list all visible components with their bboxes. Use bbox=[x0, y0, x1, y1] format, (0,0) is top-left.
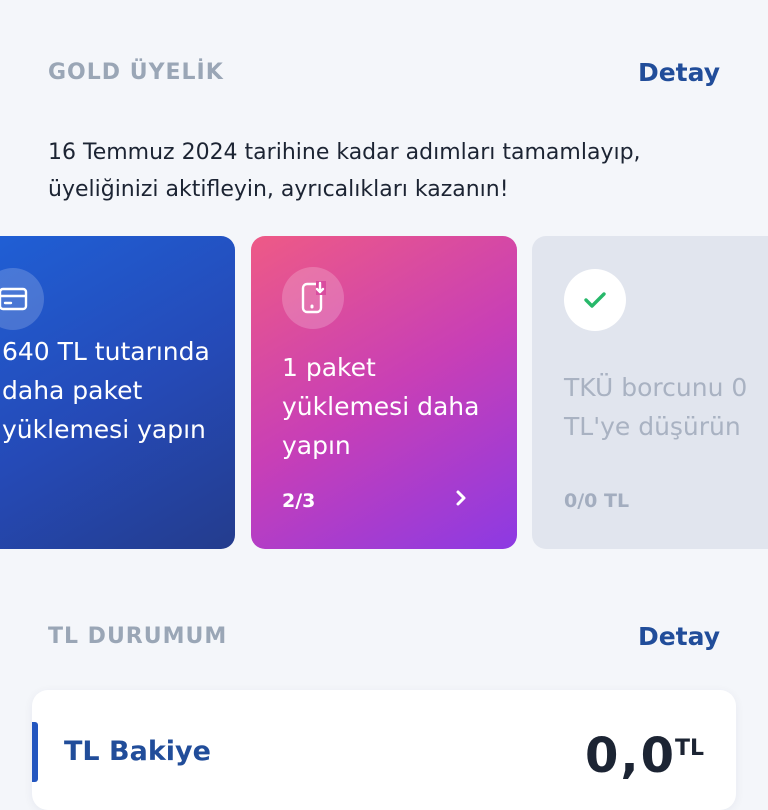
task-card-tku-debt[interactable]: TKÜ borcunu 0 TL'ye düşürün 0/0 TL bbox=[532, 236, 768, 549]
task-card-text: TKÜ borcunu 0 TL'ye düşürün bbox=[564, 373, 748, 441]
tl-balance-amount: 0,0 bbox=[584, 728, 676, 784]
tl-status-title: TL DURUMUM bbox=[48, 624, 228, 649]
task-cards-carousel[interactable]: 640 TL tutarında daha paket yüklemesi ya… bbox=[0, 236, 768, 549]
tl-detail-link[interactable]: Detay bbox=[638, 622, 720, 651]
gold-detail-link[interactable]: Detay bbox=[638, 58, 720, 87]
task-card-text: 640 TL tutarında daha paket yüklemesi ya… bbox=[2, 337, 210, 444]
accent-bar bbox=[32, 722, 38, 782]
task-card-progress: 0/0 TL bbox=[564, 490, 630, 512]
check-icon bbox=[564, 269, 626, 331]
task-card-progress: 2/3 bbox=[282, 490, 316, 512]
tl-balance-unit: TL bbox=[674, 736, 704, 761]
gold-membership-header: GOLD ÜYELİK Detay bbox=[48, 58, 720, 87]
tl-balance-card[interactable]: TL Bakiye 0,0 TL bbox=[32, 690, 736, 810]
gold-membership-description: 16 Temmuz 2024 tarihine kadar adımları t… bbox=[48, 140, 641, 202]
task-card-text: 1 paket yüklemesi daha yapın bbox=[282, 353, 480, 460]
task-card-topup-amount[interactable]: 640 TL tutarında daha paket yüklemesi ya… bbox=[0, 236, 235, 549]
gold-membership-title: GOLD ÜYELİK bbox=[48, 60, 224, 85]
credit-card-icon bbox=[0, 268, 44, 330]
tl-status-header: TL DURUMUM Detay bbox=[48, 622, 720, 651]
tl-balance-label: TL Bakiye bbox=[64, 736, 211, 767]
chevron-right-icon[interactable] bbox=[454, 488, 468, 512]
phone-download-icon bbox=[282, 267, 344, 329]
task-card-package-load[interactable]: 1 paket yüklemesi daha yapın 2/3 bbox=[251, 236, 517, 549]
